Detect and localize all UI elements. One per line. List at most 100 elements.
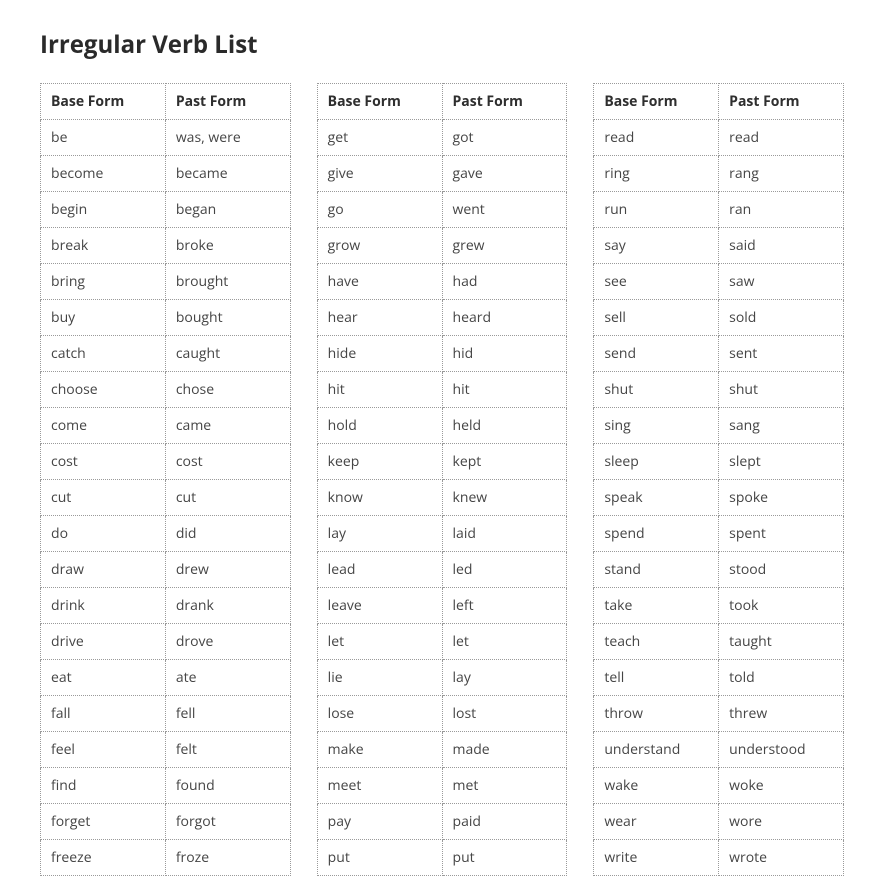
table-row: gowent [317, 192, 567, 228]
cell-past-form: paid [442, 804, 567, 840]
table-row: dodid [41, 516, 291, 552]
cell-base-form: wear [594, 804, 719, 840]
cell-base-form: buy [41, 300, 166, 336]
table-row: saysaid [594, 228, 844, 264]
cell-base-form: sleep [594, 444, 719, 480]
cell-base-form: begin [41, 192, 166, 228]
table-row: seesaw [594, 264, 844, 300]
table-row: drivedrove [41, 624, 291, 660]
table-row: wakewoke [594, 768, 844, 804]
cell-base-form: choose [41, 372, 166, 408]
cell-base-form: teach [594, 624, 719, 660]
table-row: drinkdrank [41, 588, 291, 624]
table-row: fallfell [41, 696, 291, 732]
table-row: knowknew [317, 480, 567, 516]
table-row: standstood [594, 552, 844, 588]
cell-past-form: rang [719, 156, 844, 192]
cell-base-form: drink [41, 588, 166, 624]
cell-past-form: knew [442, 480, 567, 516]
cell-past-form: chose [165, 372, 290, 408]
cell-base-form: sell [594, 300, 719, 336]
cell-base-form: let [317, 624, 442, 660]
cell-base-form: catch [41, 336, 166, 372]
cell-past-form: shut [719, 372, 844, 408]
cell-past-form: drove [165, 624, 290, 660]
cell-base-form: shut [594, 372, 719, 408]
table-row: laylaid [317, 516, 567, 552]
cell-past-form: laid [442, 516, 567, 552]
cell-past-form: forgot [165, 804, 290, 840]
table-row: becomebecame [41, 156, 291, 192]
cell-base-form: come [41, 408, 166, 444]
cell-base-form: hold [317, 408, 442, 444]
cell-past-form: understood [719, 732, 844, 768]
table-row: telltold [594, 660, 844, 696]
cell-past-form: wrote [719, 840, 844, 876]
cell-past-form: drank [165, 588, 290, 624]
cell-base-form: leave [317, 588, 442, 624]
cell-base-form: draw [41, 552, 166, 588]
table-row: freezefroze [41, 840, 291, 876]
cell-base-form: send [594, 336, 719, 372]
cell-past-form: bought [165, 300, 290, 336]
cell-past-form: left [442, 588, 567, 624]
cell-past-form: wore [719, 804, 844, 840]
cell-base-form: speak [594, 480, 719, 516]
cell-base-form: know [317, 480, 442, 516]
cell-past-form: ate [165, 660, 290, 696]
cell-base-form: write [594, 840, 719, 876]
table-row: paypaid [317, 804, 567, 840]
verb-tables-container: Base Form Past Form bewas, werebecomebec… [40, 83, 844, 876]
cell-past-form: ran [719, 192, 844, 228]
cell-base-form: understand [594, 732, 719, 768]
cell-base-form: put [317, 840, 442, 876]
table-row: understandunderstood [594, 732, 844, 768]
table-row: putput [317, 840, 567, 876]
table-row: bringbrought [41, 264, 291, 300]
cell-past-form: threw [719, 696, 844, 732]
table-row: letlet [317, 624, 567, 660]
cell-base-form: make [317, 732, 442, 768]
cell-base-form: hear [317, 300, 442, 336]
cell-base-form: lie [317, 660, 442, 696]
cell-base-form: spend [594, 516, 719, 552]
table-row: singsang [594, 408, 844, 444]
cell-past-form: hid [442, 336, 567, 372]
table-row: hithit [317, 372, 567, 408]
cell-base-form: cut [41, 480, 166, 516]
cell-past-form: met [442, 768, 567, 804]
table-row: leaveleft [317, 588, 567, 624]
table-row: catchcaught [41, 336, 291, 372]
cell-base-form: eat [41, 660, 166, 696]
cell-past-form: taught [719, 624, 844, 660]
cell-base-form: give [317, 156, 442, 192]
cell-base-form: find [41, 768, 166, 804]
col-header-past: Past Form [442, 84, 567, 120]
cell-base-form: drive [41, 624, 166, 660]
cell-past-form: lost [442, 696, 567, 732]
table-row: hearheard [317, 300, 567, 336]
cell-past-form: said [719, 228, 844, 264]
table-row: keepkept [317, 444, 567, 480]
cell-past-form: stood [719, 552, 844, 588]
cell-base-form: pay [317, 804, 442, 840]
cell-base-form: keep [317, 444, 442, 480]
cell-base-form: lose [317, 696, 442, 732]
cell-base-form: stand [594, 552, 719, 588]
cell-base-form: run [594, 192, 719, 228]
table-row: makemade [317, 732, 567, 768]
cell-past-form: held [442, 408, 567, 444]
cell-base-form: freeze [41, 840, 166, 876]
cell-past-form: heard [442, 300, 567, 336]
cell-past-form: spoke [719, 480, 844, 516]
col-header-base: Base Form [41, 84, 166, 120]
cell-past-form: hit [442, 372, 567, 408]
cell-past-form: slept [719, 444, 844, 480]
table-row: sleepslept [594, 444, 844, 480]
cell-past-form: kept [442, 444, 567, 480]
cell-base-form: go [317, 192, 442, 228]
table-body-3: readreadringrangrunransaysaidseesawsells… [594, 120, 844, 876]
cell-base-form: lead [317, 552, 442, 588]
verb-table-3: Base Form Past Form readreadringrangrunr… [593, 83, 844, 876]
table-row: getgot [317, 120, 567, 156]
